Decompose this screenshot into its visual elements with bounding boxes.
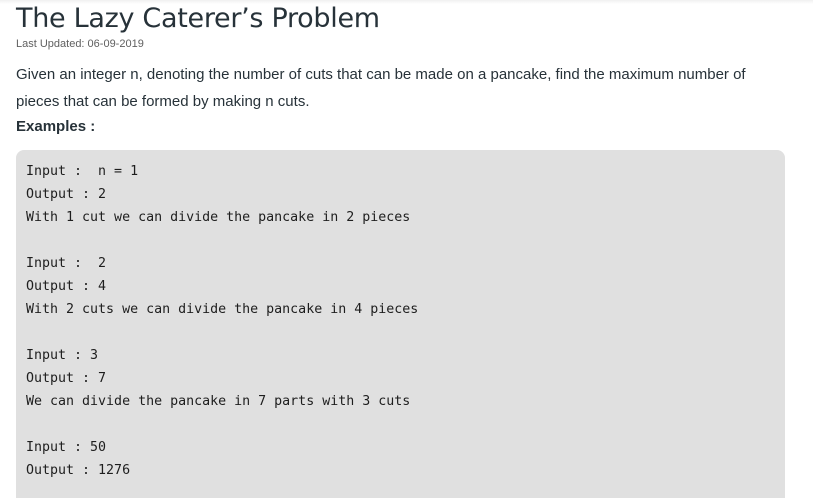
- code-line: Input : n = 1: [26, 164, 139, 179]
- code-line: Input : 3: [26, 348, 99, 363]
- code-line: Output : 1276: [26, 463, 131, 478]
- code-line: Output : 4: [26, 279, 107, 294]
- article-title: The Lazy Caterer’s Problem: [16, 3, 380, 34]
- article-page: The Lazy Caterer’s Problem Last Updated:…: [0, 0, 813, 498]
- examples-heading: Examples :: [16, 118, 96, 135]
- examples-code-block: Input : n = 1 Output : 2 With 1 cut we c…: [16, 150, 785, 498]
- last-updated-date: Last Updated: 06-09-2019: [16, 38, 144, 50]
- code-line: Output : 2: [26, 187, 107, 202]
- code-line: With 1 cut we can divide the pancake in …: [26, 210, 411, 225]
- code-line: Input : 2: [26, 256, 107, 271]
- code-line: Input : 50: [26, 440, 107, 455]
- code-line: We can divide the pancake in 7 parts wit…: [26, 394, 411, 409]
- problem-statement: Given an integer n, denoting the number …: [16, 66, 746, 110]
- code-line: Output : 7: [26, 371, 107, 386]
- code-line: With 2 cuts we can divide the pancake in…: [26, 302, 419, 317]
